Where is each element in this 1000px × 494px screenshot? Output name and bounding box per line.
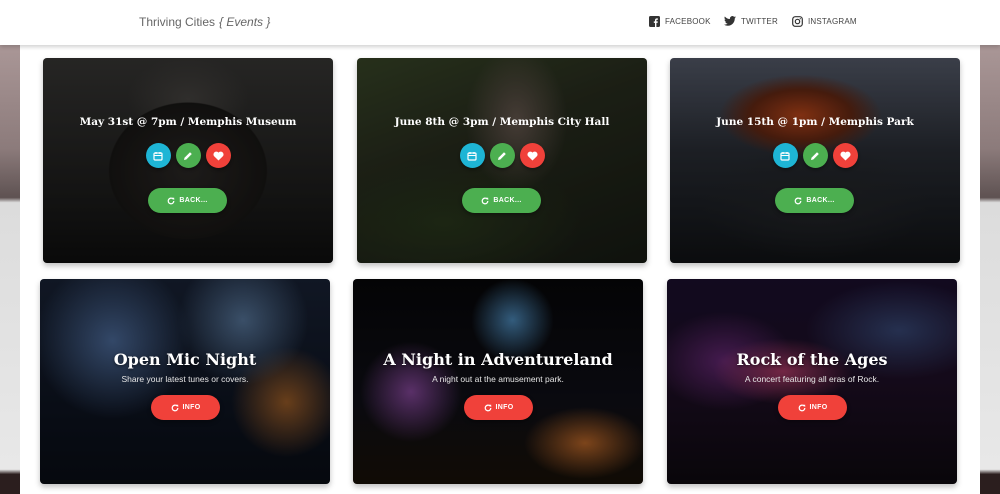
heart-icon [839,151,851,161]
info-button-label: INFO [495,404,514,411]
brand-name: Thriving Cities [139,15,216,29]
calendar-button[interactable] [459,143,485,168]
event-title: Open Mic Night [113,350,257,369]
edit-button[interactable] [175,143,201,168]
favorite-button[interactable] [205,143,231,168]
back-button[interactable]: BACK... [775,188,854,213]
info-button[interactable]: INFO [151,395,220,420]
brand-logo[interactable]: Thriving Cities{ Events } [139,15,270,29]
info-button[interactable]: INFO [464,395,533,420]
twitter-icon [724,16,736,26]
refresh-icon [798,404,805,411]
refresh-icon [481,197,489,204]
event-card-back: June 15th @ 1pm / Memphis Park BACK... [670,58,960,263]
event-date: June 8th @ 3pm / Memphis City Hall [394,116,610,128]
heart-icon [526,151,538,161]
refresh-icon [171,404,178,411]
calendar-icon [780,151,790,161]
edit-button[interactable] [802,143,828,168]
edit-button[interactable] [489,143,515,168]
refresh-icon [484,404,491,411]
favorite-button[interactable] [832,143,858,168]
event-card: Rock of the Ages A concert featuring all… [667,279,957,484]
calendar-button[interactable] [145,143,171,168]
instagram-link[interactable]: INSTAGRAM [792,16,857,27]
heart-icon [212,151,224,161]
event-card: Open Mic Night Share your latest tunes o… [40,279,330,484]
facebook-icon [649,16,660,27]
favorite-button[interactable] [519,143,545,168]
pencil-icon [811,151,819,160]
action-icons [43,143,333,168]
refresh-icon [794,197,802,204]
back-button[interactable]: BACK... [462,188,541,213]
event-title: Rock of the Ages [736,350,888,369]
event-card-back: May 31st @ 7pm / Memphis Museum BACK... [43,58,333,263]
event-card-back: June 8th @ 3pm / Memphis City Hall BACK.… [357,58,647,263]
event-date: May 31st @ 7pm / Memphis Museum [79,116,297,128]
calendar-icon [467,151,477,161]
calendar-icon [153,151,163,161]
brand-subtitle: { Events } [219,15,271,29]
instagram-label: INSTAGRAM [808,17,857,26]
facebook-label: FACEBOOK [665,17,711,26]
facebook-link[interactable]: FACEBOOK [649,16,711,27]
event-card: A Night in Adventureland A night out at … [353,279,643,484]
twitter-label: TWITTER [741,16,778,26]
top-navbar: Thriving Cities{ Events } FACEBOOK TWITT… [0,0,1000,45]
back-button-label: BACK... [806,197,835,204]
back-button-label: BACK... [179,197,208,204]
pencil-icon [498,151,506,160]
action-icons [357,143,647,168]
event-subtitle: A night out at the amusement park. [432,374,564,384]
info-button[interactable]: INFO [778,395,847,420]
pencil-icon [184,151,192,160]
instagram-icon [792,16,803,27]
page-backdrop-left [0,0,20,494]
event-date: June 15th @ 1pm / Memphis Park [716,116,914,128]
calendar-button[interactable] [772,143,798,168]
back-button[interactable]: BACK... [148,188,227,213]
event-title: A Night in Adventureland [383,350,613,369]
info-button-label: INFO [809,404,828,411]
page-backdrop-right [980,0,1000,494]
info-button-label: INFO [182,404,201,411]
refresh-icon [167,197,175,204]
event-subtitle: A concert featuring all eras of Rock. [744,374,880,384]
event-subtitle: Share your latest tunes or covers. [121,374,249,384]
twitter-link[interactable]: TWITTER [724,16,778,26]
action-icons [670,143,960,168]
back-button-label: BACK... [493,197,522,204]
